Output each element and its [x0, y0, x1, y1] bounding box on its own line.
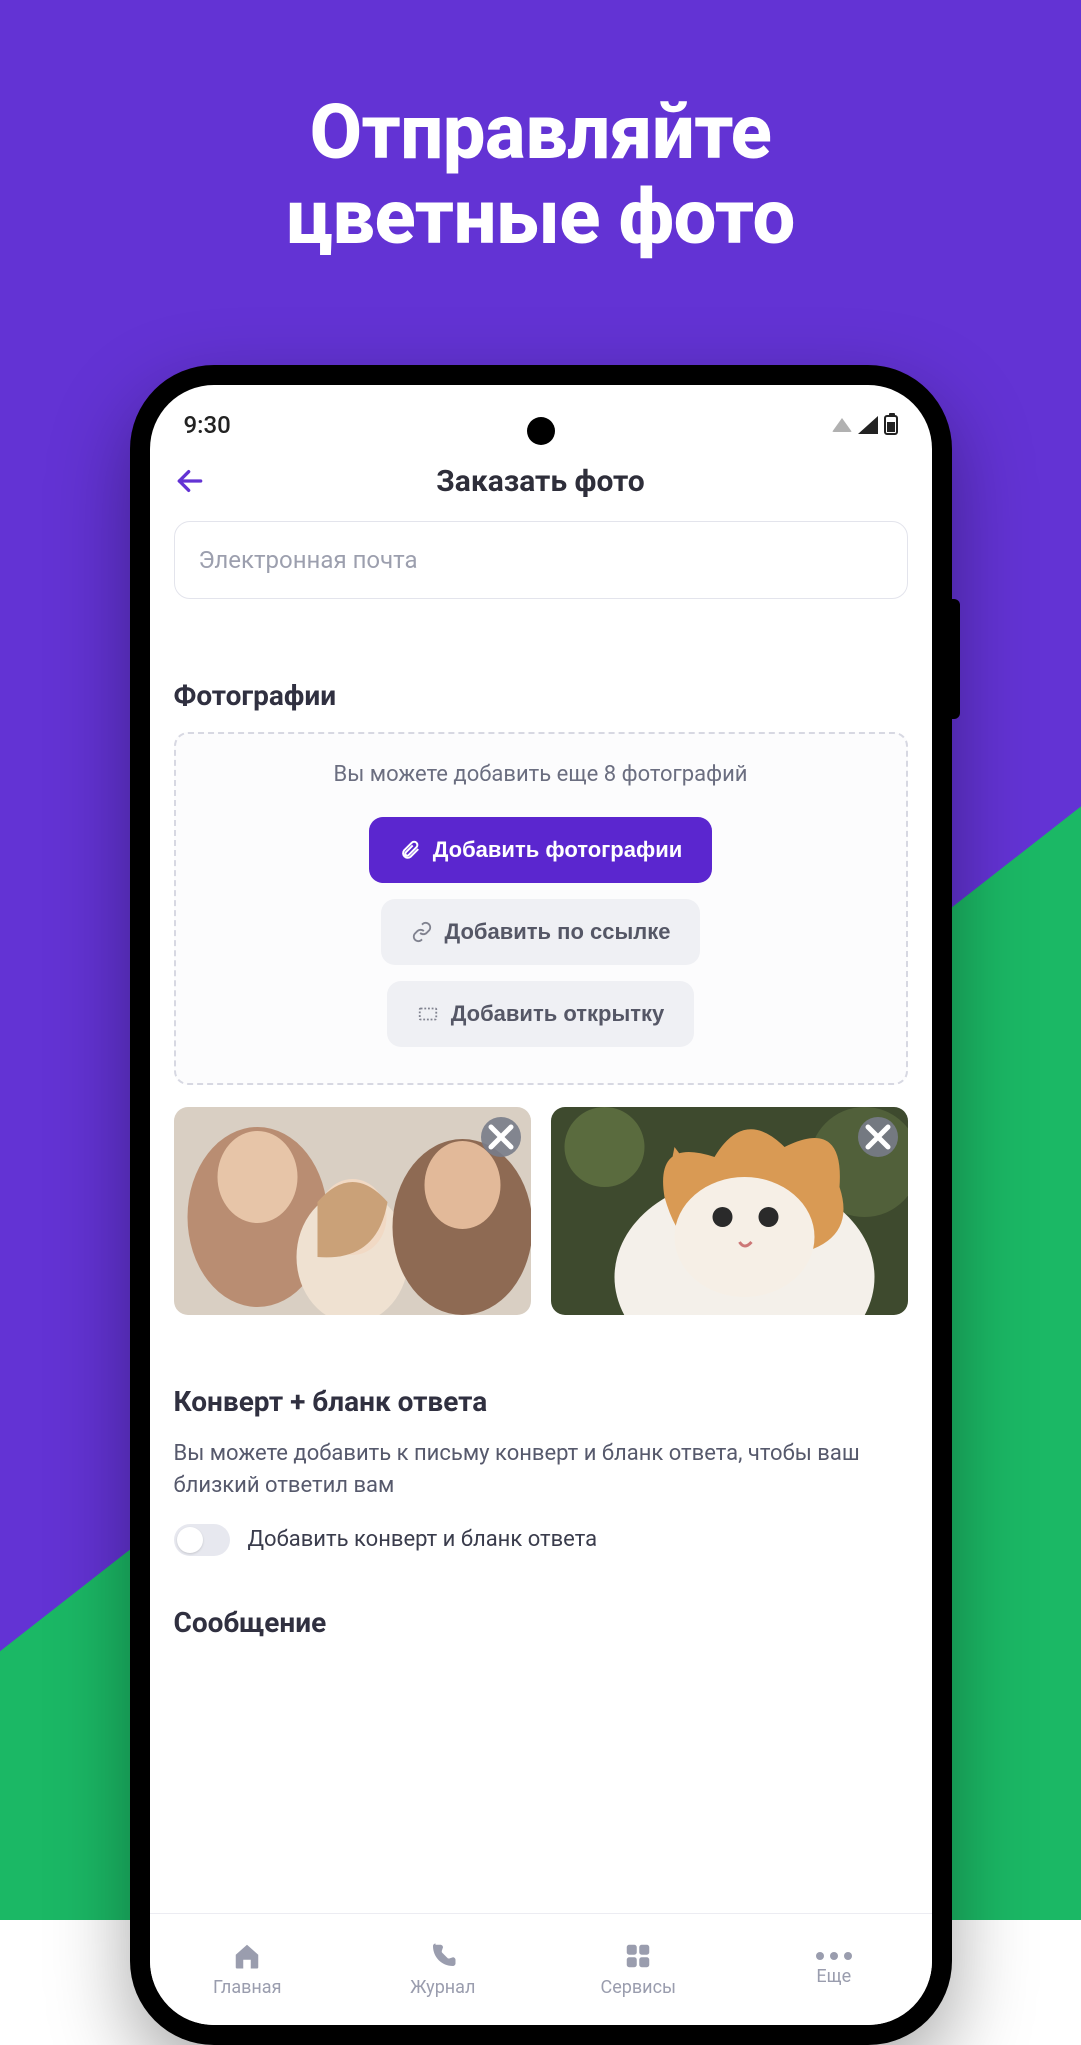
statusbar-time: 9:30 — [184, 411, 231, 439]
photos-section-title: Фотографии — [174, 679, 908, 712]
nav-journal[interactable]: Журнал — [345, 1914, 541, 2025]
more-icon — [816, 1952, 852, 1960]
nav-more-label: Еще — [816, 1966, 851, 1987]
app-header: Заказать фото — [150, 445, 932, 517]
email-field[interactable]: Электронная почта — [174, 521, 908, 599]
add-photos-label: Добавить фотографии — [433, 837, 683, 863]
photo-thumbnails — [174, 1107, 908, 1315]
add-card-button[interactable]: Добавить открытку — [387, 981, 695, 1047]
close-icon — [481, 1117, 521, 1157]
envelope-toggle[interactable] — [174, 1524, 230, 1556]
bottom-nav: Главная Журнал Сервисы Еще — [150, 1913, 932, 2025]
envelope-toggle-label: Добавить конверт и бланк ответа — [248, 1527, 598, 1552]
home-icon — [232, 1941, 262, 1971]
email-placeholder: Электронная почта — [199, 546, 418, 574]
photo-thumbnail-2[interactable] — [551, 1107, 908, 1315]
envelope-section-title: Конверт + бланк ответа — [174, 1385, 908, 1418]
envelope-description: Вы можете добавить к письму конверт и бл… — [174, 1438, 908, 1502]
nav-services-label: Сервисы — [601, 1977, 676, 1998]
phone-frame: 9:30 Заказать фото Электронная почта Фот… — [130, 365, 952, 2045]
phone-icon — [428, 1941, 458, 1971]
add-link-label: Добавить по ссылке — [445, 919, 671, 945]
wifi-icon — [832, 418, 852, 432]
photo-thumbnail-1[interactable] — [174, 1107, 531, 1315]
paperclip-icon — [399, 839, 421, 861]
link-icon — [411, 921, 433, 943]
grid-icon — [623, 1941, 653, 1971]
close-icon — [858, 1117, 898, 1157]
upload-hint: Вы можете добавить еще 8 фотографий — [196, 762, 886, 787]
back-button[interactable] — [174, 465, 206, 497]
phone-screen: 9:30 Заказать фото Электронная почта Фот… — [150, 385, 932, 2025]
nav-services[interactable]: Сервисы — [541, 1914, 737, 2025]
add-photos-button[interactable]: Добавить фотографии — [369, 817, 713, 883]
nav-home[interactable]: Главная — [150, 1914, 346, 2025]
nav-journal-label: Журнал — [410, 1977, 475, 1998]
battery-icon — [884, 415, 898, 435]
nav-home-label: Главная — [213, 1977, 281, 1998]
upload-box: Вы можете добавить еще 8 фотографий Доба… — [174, 732, 908, 1085]
message-section-title: Сообщение — [174, 1606, 908, 1639]
remove-photo-2-button[interactable] — [858, 1117, 898, 1157]
signal-icon — [858, 416, 878, 434]
camera-dot — [527, 417, 555, 445]
promo-line1: Отправляйте — [0, 90, 1081, 175]
page-title: Заказать фото — [150, 464, 932, 499]
promo-line2: цветные фото — [0, 175, 1081, 260]
statusbar-icons — [832, 415, 898, 435]
postcard-icon — [417, 1003, 439, 1025]
add-card-label: Добавить открытку — [451, 1001, 665, 1027]
remove-photo-1-button[interactable] — [481, 1117, 521, 1157]
promo-heading: Отправляйте цветные фото — [0, 90, 1081, 260]
content[interactable]: Электронная почта Фотографии Вы можете д… — [150, 517, 932, 1913]
nav-more[interactable]: Еще — [736, 1914, 932, 2025]
envelope-toggle-row: Добавить конверт и бланк ответа — [174, 1524, 908, 1556]
add-link-button[interactable]: Добавить по ссылке — [381, 899, 701, 965]
